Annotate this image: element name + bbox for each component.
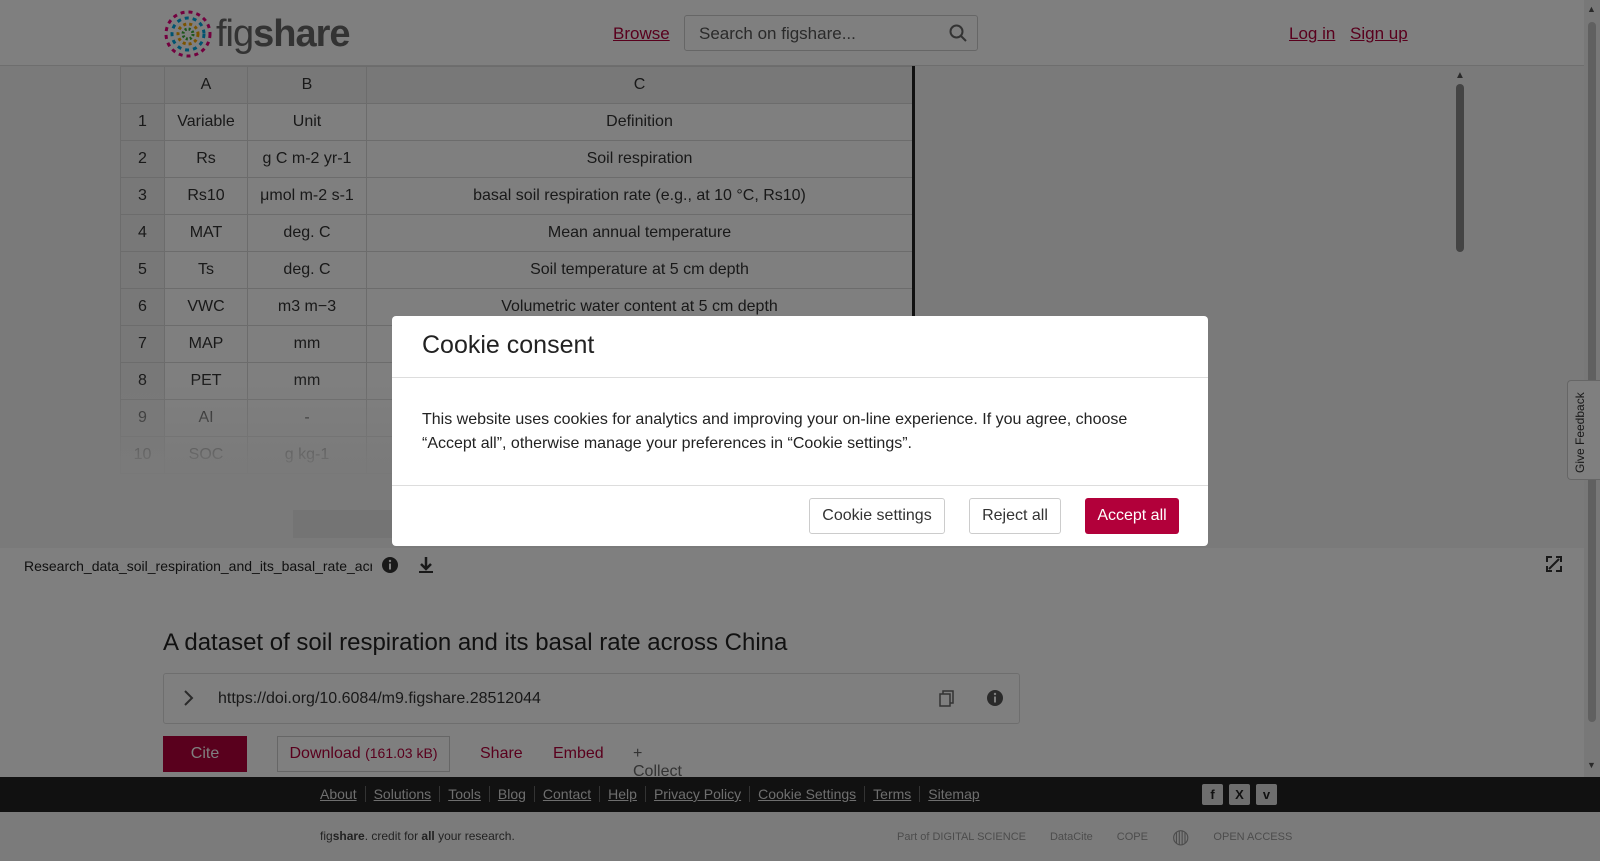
cookie-dialog-body: This website uses cookies for analytics … xyxy=(422,411,1128,452)
accept-all-button[interactable]: Accept all xyxy=(1085,498,1179,534)
cookie-dialog-title: Cookie consent xyxy=(422,331,595,359)
divider xyxy=(392,377,1208,378)
reject-all-button[interactable]: Reject all xyxy=(969,498,1061,534)
divider xyxy=(392,485,1208,486)
cookie-consent-dialog: Cookie consent This website uses cookies… xyxy=(392,316,1208,546)
cookie-settings-button[interactable]: Cookie settings xyxy=(809,498,945,534)
